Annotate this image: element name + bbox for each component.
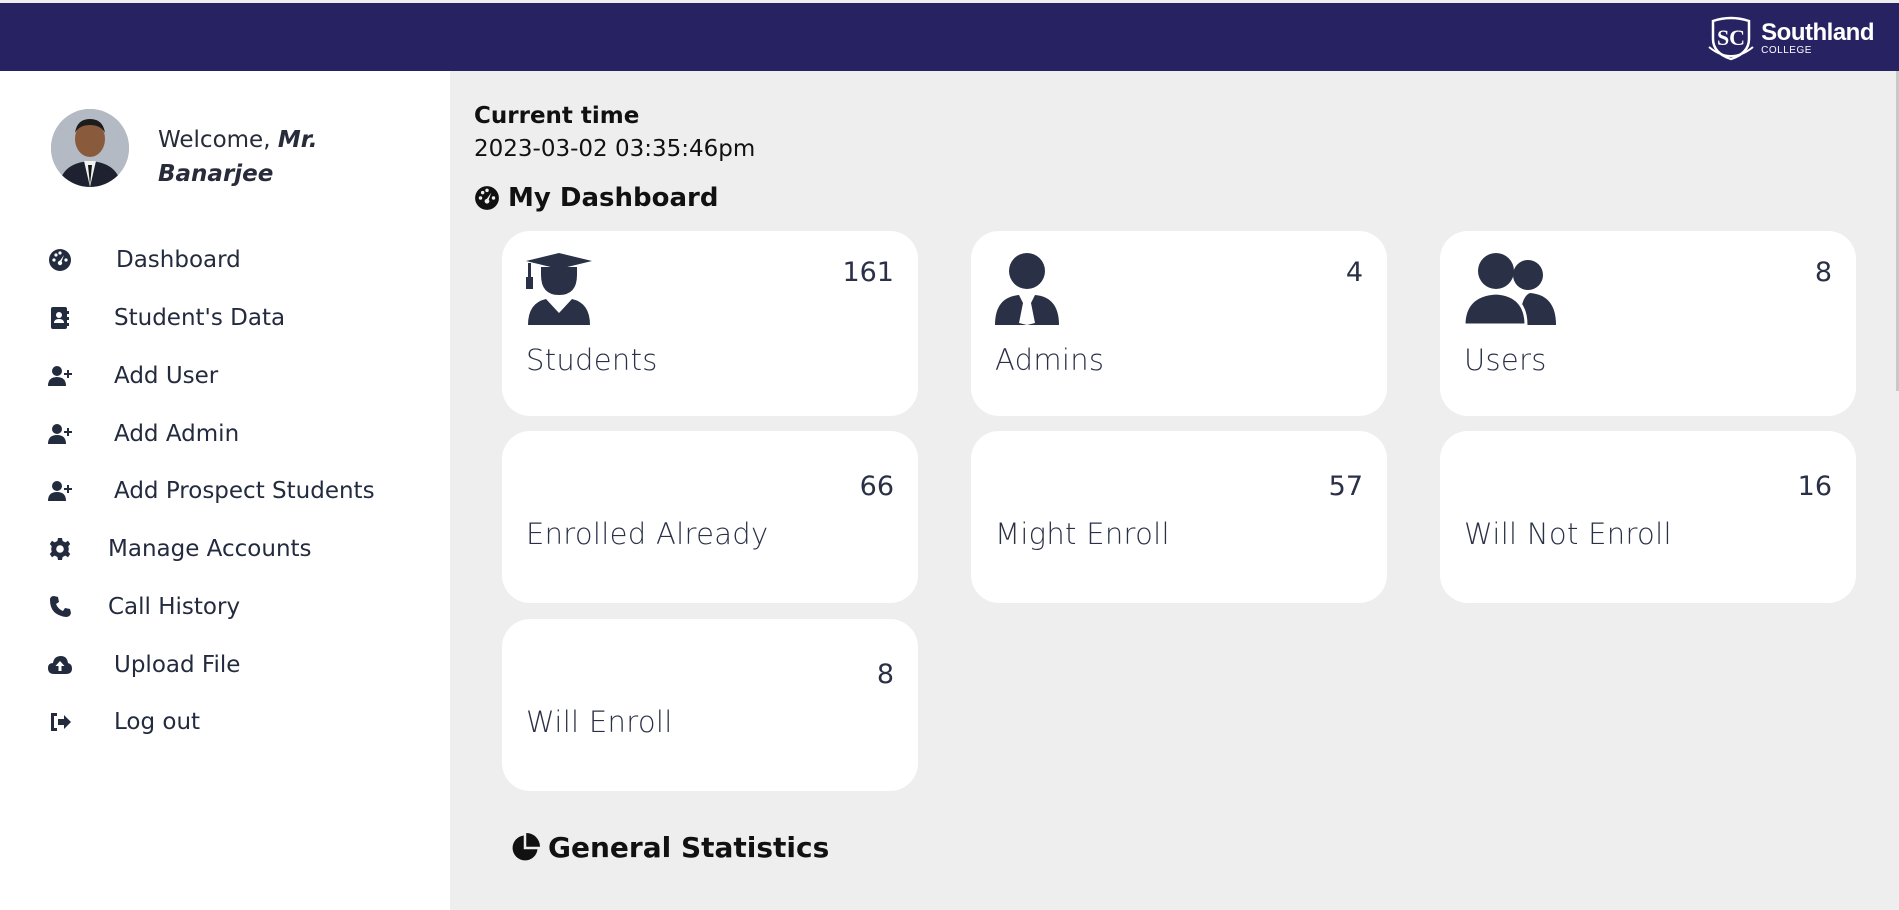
gear-icon xyxy=(46,535,74,563)
will-not-enroll-label: Will Not Enroll xyxy=(1464,517,1672,551)
svg-text:SC: SC xyxy=(1717,25,1745,50)
will-enroll-label: Will Enroll xyxy=(526,705,673,739)
will-not-enroll-count: 16 xyxy=(1797,471,1832,502)
welcome-greeting: Welcome, xyxy=(158,127,271,153)
statistics-title: General Statistics xyxy=(548,831,830,864)
sidebar-item-label: Dashboard xyxy=(116,247,241,273)
users-icon xyxy=(1462,253,1556,329)
cloud-upload-icon xyxy=(46,651,74,679)
might-enroll-label: Might Enroll xyxy=(995,517,1170,551)
sidebar-item-dashboard[interactable]: Dashboard xyxy=(46,242,241,278)
sidebar-item-add-user[interactable]: Add User xyxy=(46,358,218,394)
admins-count: 4 xyxy=(1345,257,1363,288)
brand-logo[interactable]: SC Southland COLLEGE xyxy=(1707,15,1874,61)
card-will-not-enroll[interactable]: 16 Will Not Enroll xyxy=(1440,431,1856,603)
pie-chart-icon xyxy=(512,832,540,860)
students-label: Students xyxy=(526,343,658,377)
users-label: Users xyxy=(1464,343,1547,377)
sidebar-item-logout[interactable]: Log out xyxy=(46,704,200,740)
logout-icon xyxy=(46,708,74,736)
user-tie-icon xyxy=(995,253,1059,329)
students-count: 161 xyxy=(842,257,894,288)
card-enrolled-already[interactable]: 66 Enrolled Already xyxy=(502,431,918,603)
dashboard-heading: My Dashboard xyxy=(474,183,718,213)
phone-icon xyxy=(46,593,74,621)
enrolled-already-label: Enrolled Already xyxy=(526,517,769,551)
avatar xyxy=(51,109,129,187)
enrolled-already-count: 66 xyxy=(859,471,894,502)
sidebar-item-label: Add User xyxy=(114,363,219,389)
users-count: 8 xyxy=(1814,257,1832,288)
might-enroll-count: 57 xyxy=(1328,471,1363,502)
current-time-title: Current time xyxy=(474,103,640,129)
sidebar-item-add-admin[interactable]: Add Admin xyxy=(46,416,239,452)
statistics-heading: General Statistics xyxy=(510,831,829,864)
card-students[interactable]: 161 Students xyxy=(502,231,918,416)
user-plus-icon xyxy=(46,362,74,390)
user-title: Mr. xyxy=(277,127,318,153)
current-time-value: 2023-03-02 03:35:46pm xyxy=(474,136,756,162)
sidebar-item-manage-accounts[interactable]: Manage Accounts xyxy=(46,531,312,567)
address-book-icon xyxy=(46,304,74,332)
sidebar-item-label: Call History xyxy=(108,594,241,620)
will-enroll-count: 8 xyxy=(876,659,894,690)
user-name: Banarjee xyxy=(158,161,274,187)
top-navbar: SC Southland COLLEGE xyxy=(0,0,1899,71)
graduate-icon xyxy=(526,253,592,329)
sidebar-item-upload-file[interactable]: Upload File xyxy=(46,647,240,683)
brand-sub: COLLEGE xyxy=(1761,44,1812,56)
crest-icon: SC xyxy=(1708,16,1754,61)
sidebar-item-label: Add Prospect Students xyxy=(114,478,375,504)
sidebar: Welcome, Mr. Banarjee Dashboard Student'… xyxy=(0,71,450,910)
card-users[interactable]: 8 Users xyxy=(1440,231,1856,416)
user-photo-icon xyxy=(51,109,129,187)
main-content: Current time 2023-03-02 03:35:46pm My Da… xyxy=(450,71,1899,910)
user-plus-icon xyxy=(46,477,74,505)
card-might-enroll[interactable]: 57 Might Enroll xyxy=(971,431,1387,603)
user-plus-icon xyxy=(46,420,74,448)
sidebar-item-label: Student's Data xyxy=(114,305,286,331)
sidebar-item-label: Log out xyxy=(114,709,201,735)
gauge-icon xyxy=(475,186,499,210)
sidebar-item-add-prospect-students[interactable]: Add Prospect Students xyxy=(46,473,375,509)
sidebar-item-label: Upload File xyxy=(114,652,241,678)
gauge-icon xyxy=(46,246,74,274)
dashboard-title: My Dashboard xyxy=(508,183,719,213)
card-will-enroll[interactable]: 8 Will Enroll xyxy=(502,619,918,791)
card-admins[interactable]: 4 Admins xyxy=(971,231,1387,416)
sidebar-item-call-history[interactable]: Call History xyxy=(46,589,240,625)
sidebar-item-label: Manage Accounts xyxy=(108,536,312,562)
sidebar-item-students-data[interactable]: Student's Data xyxy=(46,300,285,336)
admins-label: Admins xyxy=(995,343,1105,377)
brand-name: Southland xyxy=(1761,18,1874,46)
welcome-message: Welcome, Mr. Banarjee xyxy=(158,123,388,191)
sidebar-item-label: Add Admin xyxy=(114,421,240,447)
